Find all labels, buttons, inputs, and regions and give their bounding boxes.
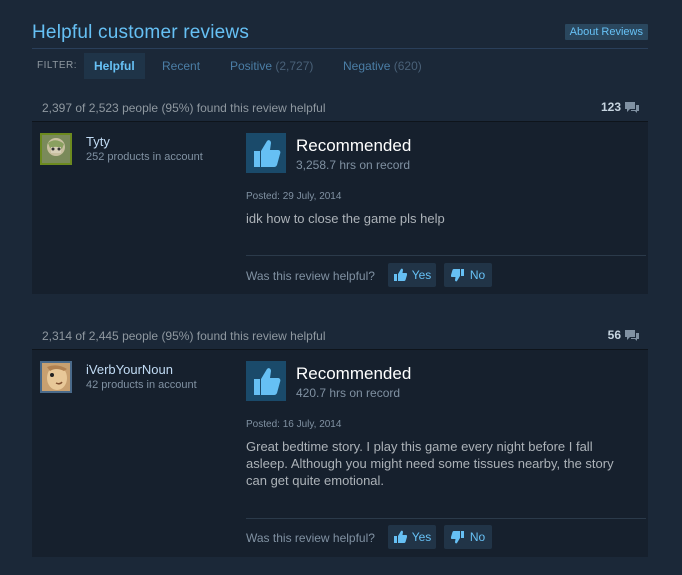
divider <box>246 255 646 256</box>
review-content: idk how to close the game pls help <box>246 211 445 226</box>
tab-label: Positive <box>230 59 273 73</box>
recommendation-title[interactable]: Recommended <box>296 364 411 384</box>
thumbs-up-icon <box>246 361 286 401</box>
avatar[interactable] <box>40 361 72 393</box>
hours-on-record: 3,258.7 hrs on record <box>296 158 411 172</box>
vote-no-label: No <box>469 268 486 282</box>
tab-helpful[interactable]: Helpful <box>84 53 145 79</box>
reviewer-name[interactable]: iVerbYourNoun <box>86 362 173 377</box>
filter-bar: FILTER: Helpful Recent Positive (2,727) … <box>32 51 648 79</box>
avatar[interactable] <box>40 133 72 165</box>
tab-label: Negative <box>343 59 391 73</box>
vote-no-button[interactable]: No <box>444 263 492 287</box>
comment-count: 56 <box>607 328 621 342</box>
review-header: 2,314 of 2,445 people (95%) found this r… <box>32 321 648 350</box>
tab-label: Helpful <box>94 59 135 73</box>
review-content: Great bedtime story. I play this game ev… <box>246 439 614 488</box>
vote-yes-label: Yes <box>411 268 432 282</box>
reviewer-products[interactable]: 42 products in account <box>86 379 197 391</box>
tab-label: Recent <box>162 59 201 73</box>
thumbs-up-icon <box>393 530 407 543</box>
posted-date: Posted: 29 July, 2014 <box>246 191 342 202</box>
vote-yes-label: Yes <box>411 530 432 544</box>
thumbs-up-icon <box>246 133 286 173</box>
thumbs-down-icon <box>450 531 464 544</box>
about-reviews-button[interactable]: About Reviews <box>564 24 648 40</box>
review-card: 2,314 of 2,445 people (95%) found this r… <box>32 321 648 557</box>
helpful-summary: 2,397 of 2,523 people (95%) found this r… <box>42 101 326 115</box>
tab-positive[interactable]: Positive (2,727) <box>220 53 323 79</box>
comment-count: 123 <box>600 100 621 114</box>
recommendation-badge[interactable] <box>246 361 286 401</box>
thumbs-up-icon <box>393 268 407 281</box>
reviewer-name[interactable]: Tyty <box>86 134 110 149</box>
vote-yes-button[interactable]: Yes <box>388 263 436 287</box>
hours-on-record: 420.7 hrs on record <box>296 386 401 400</box>
recommendation-title[interactable]: Recommended <box>296 136 411 156</box>
comment-count-link[interactable]: 123 <box>601 100 640 114</box>
filter-label: FILTER: <box>37 60 77 71</box>
thumbs-down-icon <box>450 269 464 282</box>
helpful-question: Was this review helpful? <box>246 269 375 283</box>
divider <box>246 518 646 519</box>
review-header: 2,397 of 2,523 people (95%) found this r… <box>32 93 648 122</box>
tab-count: (2,727) <box>275 59 314 73</box>
speech-bubble-icon <box>624 329 640 342</box>
tab-count: (620) <box>393 59 422 73</box>
posted-date: Posted: 16 July, 2014 <box>246 419 342 430</box>
recommendation-badge[interactable] <box>246 133 286 173</box>
tab-negative[interactable]: Negative (620) <box>333 53 432 79</box>
helpful-summary: 2,314 of 2,445 people (95%) found this r… <box>42 329 326 343</box>
reviewer-products[interactable]: 252 products in account <box>86 151 203 163</box>
comment-count-link[interactable]: 56 <box>608 328 640 342</box>
helpful-question: Was this review helpful? <box>246 531 375 545</box>
page-title: Helpful customer reviews <box>32 22 250 43</box>
vote-no-button[interactable]: No <box>444 525 492 549</box>
review-card: 2,397 of 2,523 people (95%) found this r… <box>32 93 648 294</box>
vote-no-label: No <box>469 530 486 544</box>
tab-recent[interactable]: Recent <box>152 53 210 79</box>
vote-yes-button[interactable]: Yes <box>388 525 436 549</box>
speech-bubble-icon <box>624 101 640 114</box>
reviews-header: Helpful customer reviews About Reviews <box>32 0 648 49</box>
